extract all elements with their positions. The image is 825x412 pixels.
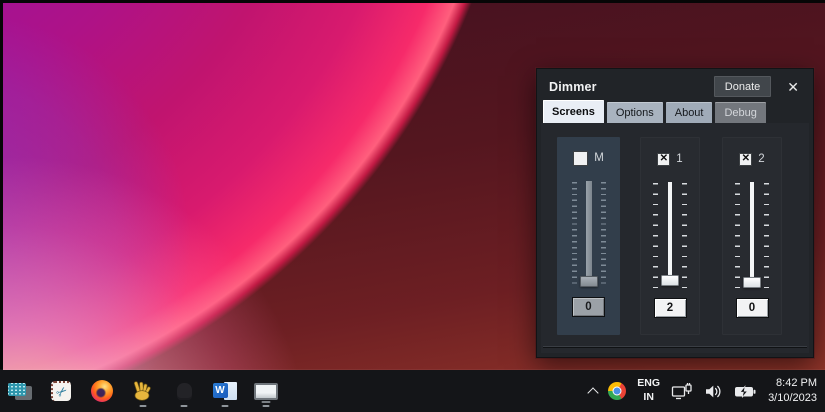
slider-thumb[interactable]	[580, 276, 598, 287]
slider-value-master[interactable]: 0	[572, 297, 605, 317]
slider-track[interactable]	[668, 182, 672, 275]
battery-charging-icon[interactable]	[734, 382, 757, 401]
tick-marks-right	[682, 183, 687, 288]
slider-master	[557, 181, 620, 289]
tick-marks-right	[601, 182, 606, 287]
taskbar-app-dark[interactable]	[170, 372, 198, 410]
chrome-icon[interactable]	[608, 382, 626, 400]
word-icon: W	[213, 381, 238, 401]
taskbar-app-monitor[interactable]	[252, 372, 280, 410]
slider-label-screen2: 2	[758, 153, 764, 165]
tab-about[interactable]: About	[666, 102, 713, 123]
snipping-tool-icon: ✂	[51, 381, 71, 401]
slider-thumb[interactable]	[743, 277, 761, 288]
monitor-icon	[254, 383, 278, 400]
slider-screen1	[641, 182, 699, 290]
checkbox-master[interactable]	[573, 151, 588, 166]
firefox-icon	[91, 380, 113, 402]
screens-tab-page: M 0 ✕ 1	[541, 123, 809, 353]
keyboard-window-icon	[8, 381, 32, 401]
taskbar-app-word[interactable]: W	[211, 372, 239, 410]
taskbar-app-firefox[interactable]	[88, 372, 116, 410]
tab-bar: Screens Options About Debug	[543, 100, 766, 123]
slider-label-screen1: 1	[676, 153, 682, 165]
running-indicator	[222, 405, 229, 408]
checkbox-screen2[interactable]: ✕	[739, 153, 752, 166]
checkbox-row: ✕ 2	[723, 151, 781, 167]
slider-value-screen2[interactable]: 0	[736, 298, 769, 318]
screen-frame-top	[0, 0, 825, 3]
close-icon[interactable]: ✕	[783, 80, 803, 94]
slider-track[interactable]	[586, 181, 592, 276]
slider-thumb[interactable]	[661, 275, 679, 286]
tray-chevron-up-icon[interactable]	[588, 387, 599, 398]
donate-button[interactable]: Donate	[714, 76, 771, 97]
checkbox-screen1[interactable]: ✕	[657, 153, 670, 166]
tick-marks-right	[764, 183, 769, 288]
running-indicator	[181, 405, 188, 408]
network-icon[interactable]	[671, 382, 693, 401]
date-text: 3/10/2023	[768, 391, 817, 406]
tick-marks-left	[735, 183, 740, 288]
slider-label-master: M	[594, 152, 604, 164]
tab-debug[interactable]: Debug	[715, 102, 765, 123]
slider-track[interactable]	[750, 182, 754, 277]
slider-screen2	[723, 182, 781, 290]
clock[interactable]: 8:42 PM 3/10/2023	[768, 376, 817, 406]
group-divider	[543, 346, 807, 348]
screen-frame-left	[0, 0, 3, 370]
desktop: Dimmer Donate ✕ Screens Options About De…	[0, 0, 825, 412]
taskbar-app-keyboard-window[interactable]	[6, 372, 34, 410]
slider-panel-screen2: ✕ 2 0	[722, 137, 782, 335]
checkbox-row: M	[557, 150, 620, 166]
taskbar-app-hand-tool[interactable]	[129, 372, 157, 410]
slider-panel-screen1: ✕ 1 2	[640, 137, 700, 335]
slider-value-screen1[interactable]: 2	[654, 298, 687, 318]
system-tray: ENG IN	[589, 376, 817, 406]
checkbox-row: ✕ 1	[641, 151, 699, 167]
slider-panel-master: M 0	[557, 137, 620, 335]
taskbar-apps: ✂	[6, 372, 280, 410]
dark-app-icon	[177, 383, 192, 400]
taskbar-app-snipping-tool[interactable]: ✂	[47, 372, 75, 410]
titlebar: Dimmer Donate ✕	[537, 69, 813, 97]
volume-icon[interactable]	[704, 382, 723, 401]
running-indicator	[263, 405, 270, 408]
dimmer-window: Dimmer Donate ✕ Screens Options About De…	[536, 68, 814, 358]
window-title: Dimmer	[549, 80, 702, 94]
language-indicator[interactable]: ENG IN	[637, 377, 660, 404]
hand-icon	[131, 379, 155, 403]
tab-screens[interactable]: Screens	[543, 100, 604, 123]
tick-marks-left	[653, 183, 658, 288]
taskbar: ✂	[0, 370, 825, 412]
running-indicator	[140, 405, 147, 408]
time-text: 8:42 PM	[768, 376, 817, 391]
tab-options[interactable]: Options	[607, 102, 663, 123]
tick-marks-left	[572, 182, 577, 287]
